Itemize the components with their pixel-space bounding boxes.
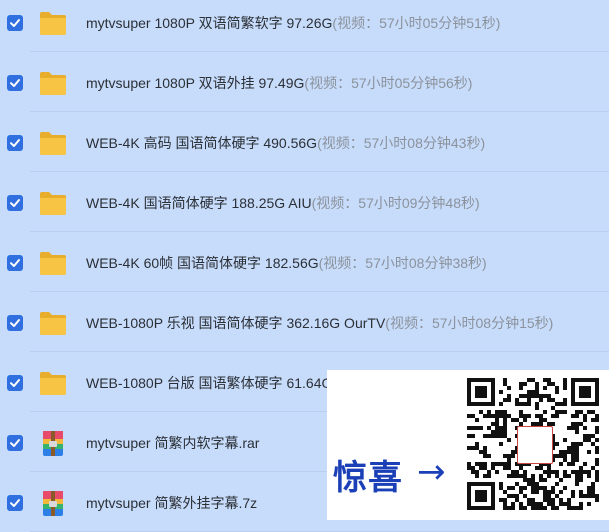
file-duration: (视频：57小时08分钟15秒) xyxy=(385,315,554,331)
folder-icon xyxy=(38,129,68,157)
file-name-text: WEB-4K 国语简体硬字 188.25G AIU xyxy=(86,195,312,211)
checkbox-checked[interactable] xyxy=(7,195,23,211)
file-row[interactable]: mytvsuper 1080P 双语外挂 97.49G(视频：57小时05分钟5… xyxy=(0,54,609,112)
checkbox-checked[interactable] xyxy=(7,135,23,151)
file-name[interactable]: mytvsuper 1080P 双语外挂 97.49G(视频：57小时05分钟5… xyxy=(86,73,472,93)
folder-icon xyxy=(38,369,68,397)
file-name-text: mytvsuper 简繁内软字幕.rar xyxy=(86,435,260,451)
checkbox-checked[interactable] xyxy=(7,495,23,511)
file-name-text: mytvsuper 1080P 双语简繁软字 97.26G xyxy=(86,15,333,31)
file-name[interactable]: mytvsuper 简繁外挂字幕.7z xyxy=(86,493,257,513)
checkbox-checked[interactable] xyxy=(7,315,23,331)
promo-text: 惊喜 xyxy=(333,458,403,498)
file-name[interactable]: WEB-1080P 台版 国语繁体硬字 61.64G xyxy=(86,373,332,393)
file-name[interactable]: mytvsuper 简繁内软字幕.rar xyxy=(86,433,259,453)
file-name[interactable]: WEB-4K 国语简体硬字 188.25G AIU(视频：57小时09分钟48秒… xyxy=(86,193,480,213)
file-row[interactable]: WEB-4K 60帧 国语简体硬字 182.56G(视频：57小时08分钟38秒… xyxy=(0,234,609,292)
file-duration: (视频：57小时09分钟48秒) xyxy=(311,195,480,211)
checkbox-checked[interactable] xyxy=(7,75,23,91)
folder-icon xyxy=(38,9,68,37)
file-row[interactable]: WEB-4K 国语简体硬字 188.25G AIU(视频：57小时09分钟48秒… xyxy=(0,174,609,232)
file-name[interactable]: WEB-4K 高码 国语简体硬字 490.56G(视频：57小时08分钟43秒) xyxy=(86,133,485,153)
file-duration: (视频：57小时05分钟56秒) xyxy=(304,75,473,91)
file-name[interactable]: mytvsuper 1080P 双语简繁软字 97.26G(视频：57小时05分… xyxy=(86,13,500,33)
file-row[interactable]: WEB-1080P 乐视 国语简体硬字 362.16G OurTV(视频：57小… xyxy=(0,294,609,352)
file-name-text: WEB-4K 60帧 国语简体硬字 182.56G xyxy=(86,255,319,271)
file-duration: (视频：57小时05分钟51秒) xyxy=(332,15,501,31)
folder-icon xyxy=(38,189,68,217)
file-name-text: WEB-1080P 台版 国语繁体硬字 61.64G xyxy=(86,375,333,391)
file-duration: (视频：57小时08分钟38秒) xyxy=(318,255,487,271)
promo-overlay: 惊喜 → xyxy=(327,370,609,520)
checkbox-checked[interactable] xyxy=(7,375,23,391)
file-name-text: mytvsuper 简繁外挂字幕.7z xyxy=(86,495,258,511)
folder-icon xyxy=(38,69,68,97)
file-name[interactable]: WEB-1080P 乐视 国语简体硬字 362.16G OurTV(视频：57小… xyxy=(86,313,553,333)
file-row[interactable]: WEB-4K 高码 国语简体硬字 490.56G(视频：57小时08分钟43秒) xyxy=(0,114,609,172)
qr-code-icon[interactable] xyxy=(467,378,599,510)
arrow-icon: → xyxy=(417,452,446,492)
archive-icon xyxy=(38,429,68,457)
checkbox-checked[interactable] xyxy=(7,435,23,451)
folder-icon xyxy=(38,309,68,337)
file-name[interactable]: WEB-4K 60帧 国语简体硬字 182.56G(视频：57小时08分钟38秒… xyxy=(86,253,487,273)
file-name-text: WEB-4K 高码 国语简体硬字 490.56G xyxy=(86,135,318,151)
checkbox-checked[interactable] xyxy=(7,15,23,31)
file-name-text: WEB-1080P 乐视 国语简体硬字 362.16G OurTV xyxy=(86,315,386,331)
file-duration: (视频：57小时08分钟43秒) xyxy=(317,135,486,151)
checkbox-checked[interactable] xyxy=(7,255,23,271)
archive-icon xyxy=(38,489,68,517)
file-row[interactable]: mytvsuper 1080P 双语简繁软字 97.26G(视频：57小时05分… xyxy=(0,0,609,52)
folder-icon xyxy=(38,249,68,277)
seal-stamp-icon xyxy=(517,426,553,464)
file-name-text: mytvsuper 1080P 双语外挂 97.49G xyxy=(86,75,305,91)
